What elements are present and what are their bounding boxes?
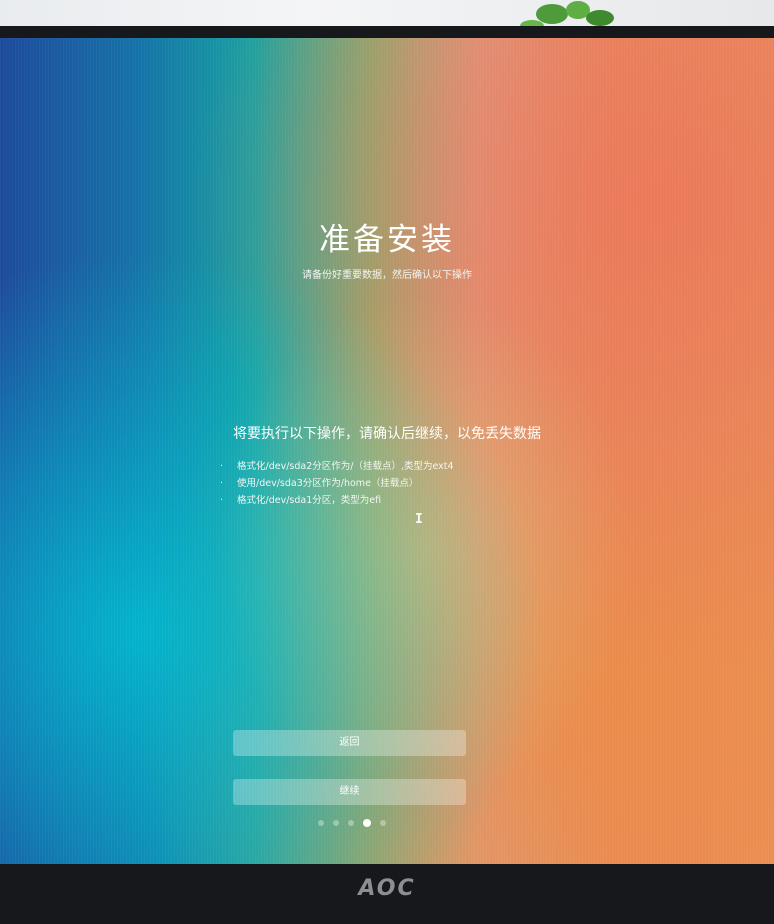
bullet-icon: · (220, 478, 224, 489)
step-dot-active (363, 819, 371, 827)
continue-button[interactable]: 继续 (233, 779, 466, 805)
back-button[interactable]: 返回 (233, 730, 466, 756)
page-subtitle: 请备份好重要数据，然后确认以下操作 (302, 270, 472, 281)
operations-heading: 将要执行以下操作，请确认后继续，以免丢失数据 (233, 426, 541, 442)
step-dot (333, 820, 339, 826)
list-item: · 格式化/dev/sda1分区，类型为efi (220, 492, 454, 509)
operation-text: 格式化/dev/sda1分区，类型为efi (237, 495, 382, 506)
list-item: · 使用/dev/sda3分区作为/home（挂载点） (220, 475, 454, 492)
step-dot (348, 820, 354, 826)
page-title: 准备安装 (319, 222, 455, 258)
step-dot (318, 820, 324, 826)
step-indicator (318, 819, 386, 827)
text-cursor-icon: I (415, 512, 423, 527)
list-item: · 格式化/dev/sda2分区作为/（挂载点）,类型为ext4 (220, 458, 454, 475)
bullet-icon: · (220, 461, 224, 472)
operation-text: 格式化/dev/sda2分区作为/（挂载点）,类型为ext4 (237, 461, 454, 472)
step-dot (380, 820, 386, 826)
monitor-brand-logo: AOC (358, 876, 416, 901)
operation-text: 使用/dev/sda3分区作为/home（挂载点） (237, 478, 419, 489)
operations-list: · 格式化/dev/sda2分区作为/（挂载点）,类型为ext4 · 使用/de… (220, 458, 454, 509)
installer-screen: 准备安装 请备份好重要数据，然后确认以下操作 将要执行以下操作，请确认后继续，以… (0, 38, 774, 864)
bullet-icon: · (220, 495, 224, 506)
